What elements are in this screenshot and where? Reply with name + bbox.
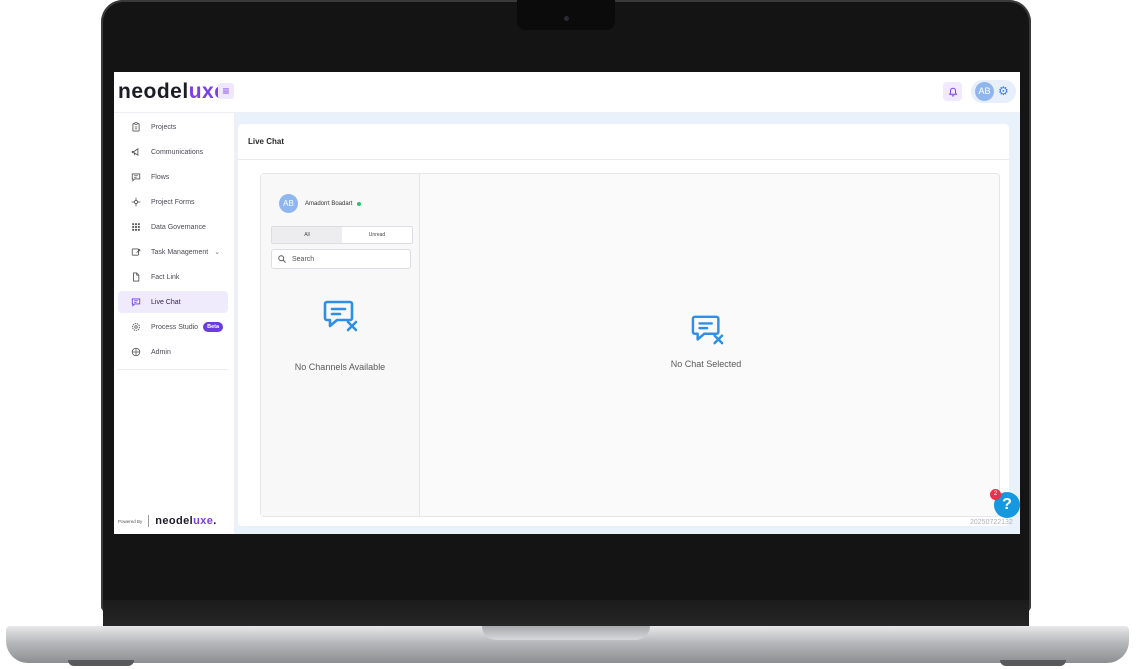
chat-icon	[126, 297, 146, 307]
beta-badge: Beta	[203, 322, 224, 332]
chat-off-icon	[323, 300, 358, 332]
main-content: Live Chat AB Amadorrt Boadart All Unread…	[235, 113, 1020, 534]
sidebar-item-flows[interactable]: Flows	[118, 166, 228, 188]
search-input[interactable]: Search	[271, 249, 411, 269]
chat-off-icon	[691, 315, 724, 345]
chevron-down-icon[interactable]: ⌄	[214, 248, 220, 256]
tab-all[interactable]: All	[272, 227, 342, 243]
message-icon	[126, 172, 146, 182]
user-menu[interactable]: AB ⚙	[971, 80, 1016, 103]
menu-toggle-button[interactable]: ≡	[218, 83, 234, 99]
camera-icon	[564, 16, 569, 21]
camera-notch	[517, 0, 615, 30]
channels-pane: AB Amadorrt Boadart All Unread Search No…	[261, 174, 420, 516]
laptop-foot-left	[68, 660, 134, 666]
laptop-groove	[482, 626, 650, 640]
sidebar-item-projects[interactable]: Projects	[118, 116, 228, 138]
search-icon	[278, 255, 286, 263]
form-icon	[126, 197, 146, 207]
task-icon	[126, 247, 146, 257]
sidebar-item-fact-link[interactable]: Fact Link	[118, 266, 228, 288]
sidebar-item-admin[interactable]: Admin	[118, 341, 228, 363]
notification-badge: 2	[990, 489, 1001, 500]
sidebar-item-data-governance[interactable]: Data Governance	[118, 216, 228, 238]
live-chat-card: Live Chat AB Amadorrt Boadart All Unread…	[238, 124, 1009, 526]
sidebar-item-task-management[interactable]: Task Management ⌄	[118, 241, 228, 263]
laptop-foot-right	[1000, 660, 1066, 666]
shield-icon	[126, 347, 146, 357]
user-name: Amadorrt Boadart	[305, 200, 353, 207]
chat-panel: AB Amadorrt Boadart All Unread Search No…	[260, 173, 1000, 517]
bell-icon	[948, 87, 957, 96]
sidebar-item-live-chat[interactable]: Live Chat	[118, 291, 228, 313]
powered-logo: neodeluxe.	[155, 515, 217, 527]
notifications-button[interactable]	[943, 82, 962, 101]
avatar: AB	[279, 194, 298, 213]
sidebar-item-project-forms[interactable]: Project Forms	[118, 191, 228, 213]
grid-icon	[126, 222, 146, 232]
version-label: 20250722132	[970, 519, 1013, 526]
sidebar-item-process-studio[interactable]: Process Studio Beta	[118, 316, 228, 338]
page-title: Live Chat	[238, 124, 1009, 160]
clipboard-icon	[126, 122, 146, 132]
current-user[interactable]: AB Amadorrt Boadart	[279, 194, 362, 213]
empty-chat-message: No Chat Selected	[670, 359, 742, 369]
settings-cog-icon	[126, 322, 146, 332]
search-placeholder: Search	[292, 255, 315, 263]
app-logo[interactable]: neodeluxe.	[118, 80, 230, 104]
empty-channels-message: No Channels Available	[294, 362, 386, 372]
powered-by: Powered By neodeluxe.	[118, 515, 217, 527]
hamburger-icon: ≡	[222, 84, 230, 98]
divider	[148, 515, 150, 527]
avatar[interactable]: AB	[975, 82, 994, 101]
gear-icon[interactable]: ⚙	[998, 84, 1009, 98]
app-screen: neodeluxe. ≡ AB ⚙ Projects Communic	[114, 72, 1020, 534]
sidebar-divider	[118, 369, 228, 370]
megaphone-icon	[126, 147, 146, 157]
online-status-dot	[357, 201, 362, 206]
channel-filter-tabs: All Unread	[271, 226, 413, 244]
laptop-chin	[103, 600, 1029, 626]
tab-unread[interactable]: Unread	[342, 227, 412, 243]
sidebar: Projects Communications Flows Project Fo…	[114, 113, 235, 534]
top-bar: neodeluxe. ≡ AB ⚙	[114, 72, 1020, 113]
document-icon	[126, 272, 146, 282]
sidebar-item-communications[interactable]: Communications	[118, 141, 228, 163]
